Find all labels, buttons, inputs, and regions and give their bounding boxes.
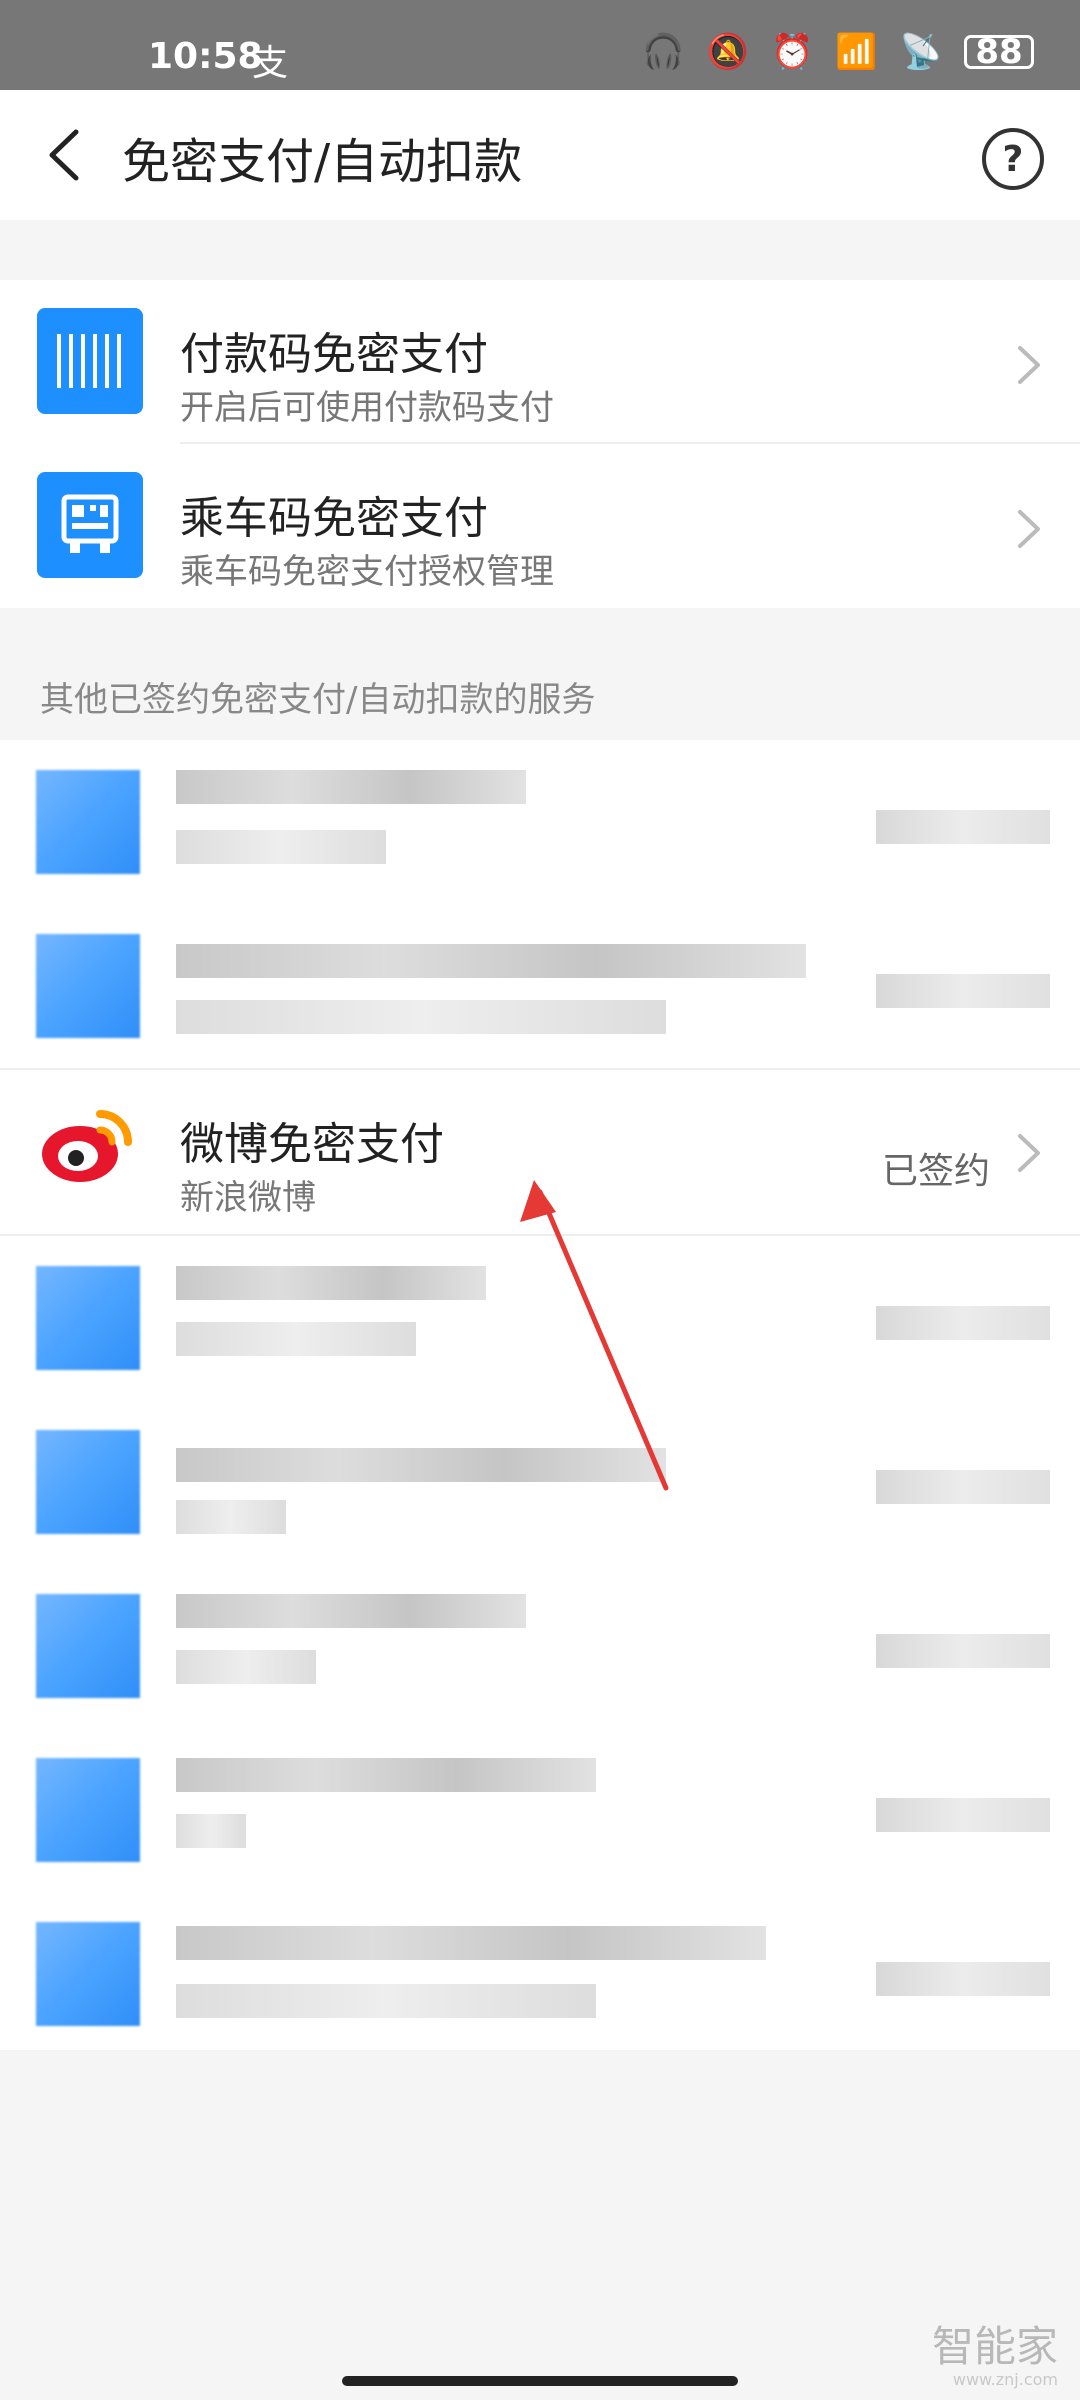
redacted-app-icon [36,1758,140,1862]
headphones-icon: 🎧 [642,32,685,72]
list-item-weibo[interactable]: 微博免密支付 新浪微博 已签约 [0,1068,1080,1236]
list-item-subtitle: 乘车码免密支付授权管理 [180,552,554,592]
signed-services-list: 微博免密支付 新浪微博 已签约 [0,740,1080,2050]
redacted-app-icon [36,1266,140,1370]
redacted-text [176,1814,246,1848]
bell-off-icon: 🔕 [706,32,749,72]
chevron-right-icon [1018,510,1040,548]
redacted-text [176,1984,596,2018]
list-item-title: 乘车码免密支付 [180,493,488,544]
redacted-text [176,1926,766,1960]
chevron-right-icon [1018,346,1040,384]
list-item-subtitle: 新浪微博 [180,1178,316,1218]
list-item-payment-code[interactable]: 付款码免密支付 开启后可使用付款码支付 [0,280,1080,444]
list-item-bus-code[interactable]: 乘车码免密支付 乘车码免密支付授权管理 [0,444,1080,608]
redacted-text [176,1000,666,1034]
bus-qr-icon [37,472,143,578]
alarm-icon: ⏰ [770,32,814,72]
battery-level: 88 [975,32,1023,72]
barcode-icon [37,308,143,414]
list-item-redacted[interactable] [0,1892,1080,2056]
redacted-text [176,1448,666,1482]
chevron-right-icon [1018,1134,1040,1172]
app-header: 免密支付/自动扣款 ? [0,90,1080,220]
redacted-text [176,1594,526,1628]
redacted-status [876,1962,1050,1996]
help-icon[interactable]: ? [982,128,1044,190]
redacted-text [176,1322,416,1356]
redacted-status [876,1306,1050,1340]
list-item-subtitle: 开启后可使用付款码支付 [180,388,554,428]
back-chevron-icon[interactable] [42,128,90,182]
redacted-text [176,1500,286,1534]
redacted-app-icon [36,1430,140,1534]
list-item-redacted[interactable] [0,1564,1080,1728]
redacted-text [176,1266,486,1300]
redacted-app-icon [36,1922,140,2026]
status-icons: 🎧 🔕 ⏰ 📶 📡 88 [642,32,1034,72]
redacted-app-icon [36,770,140,874]
redacted-text [176,770,526,804]
list-item-redacted[interactable] [0,904,1080,1068]
watermark: 智能家 www.znj.com [932,2326,1058,2388]
list-item-redacted[interactable] [0,1400,1080,1564]
list-item-redacted[interactable] [0,1728,1080,1892]
status-bar: 10:58 支 🎧 🔕 ⏰ 📶 📡 88 [0,0,1080,90]
section-label: 其他已签约免密支付/自动扣款的服务 [40,680,596,720]
signed-status: 已签约 [881,1151,990,1192]
hd-signal-icon: 📶 [835,32,878,72]
watermark-brand: 智能家 [931,2322,1058,2371]
list-item-redacted[interactable] [0,740,1080,904]
alipay-notification-icon: 支 [252,43,289,84]
redacted-text [176,944,806,978]
battery-icon: 88 [964,32,1034,72]
weibo-logo-icon [42,1110,132,1182]
redacted-text [176,1650,316,1684]
redacted-status [876,810,1050,844]
redacted-text [176,1758,596,1792]
redacted-status [876,1634,1050,1668]
redacted-status [876,1798,1050,1832]
quick-services-list: 付款码免密支付 开启后可使用付款码支付 乘车码免密支付 乘车码免密支付授权管理 [0,280,1080,608]
list-item-title: 微博免密支付 [180,1119,444,1170]
wifi-icon: 📡 [899,32,942,72]
redacted-text [176,830,386,864]
redacted-app-icon [36,934,140,1038]
watermark-url: www.znj.com [952,2370,1058,2389]
redacted-status [876,974,1050,1008]
help-symbol: ? [1002,138,1024,180]
list-item-title: 付款码免密支付 [180,329,488,380]
list-item-redacted[interactable] [0,1236,1080,1400]
page-title: 免密支付/自动扣款 [122,134,523,190]
redacted-status [876,1470,1050,1504]
status-time: 10:58 [148,36,263,77]
redacted-app-icon [36,1594,140,1698]
home-indicator[interactable] [342,2376,738,2386]
